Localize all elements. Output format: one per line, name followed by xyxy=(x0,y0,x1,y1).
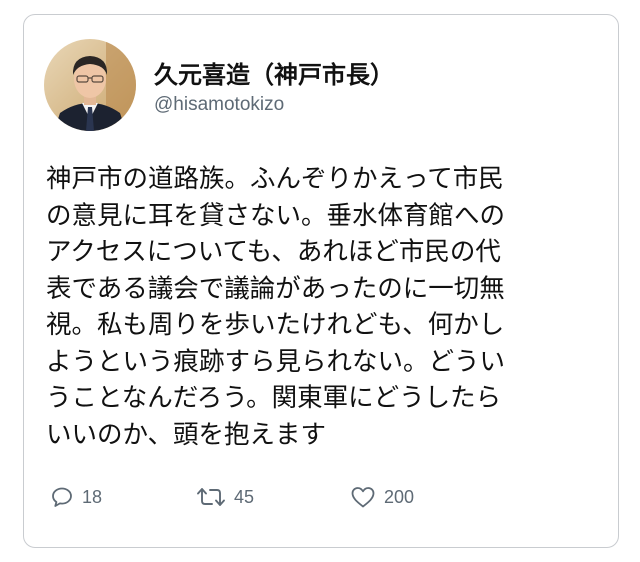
reply-button[interactable]: 18 xyxy=(50,485,102,509)
tweet-line: アクセスについても、あれほど市民の代 xyxy=(46,237,501,267)
like-button[interactable]: 200 xyxy=(350,485,414,509)
user-handle[interactable]: @hisamotokizo xyxy=(154,94,284,116)
tweet-line: うことなんだろう。関東軍にどうしたら xyxy=(46,383,502,413)
avatar-photo xyxy=(44,39,136,131)
tweet-line: ようという痕跡すら見られない。どうい xyxy=(46,346,506,377)
tweet-line: 神戸市の道路族。ふんぞりかえって市民 xyxy=(46,164,504,194)
tweet-actions: 18 45 200 xyxy=(24,485,618,515)
reply-icon xyxy=(52,487,72,507)
like-count: 200 xyxy=(384,486,415,507)
tweet-text: 神戸市の道路族。ふんぞりかえって市民 の意見に耳を貸さない。垂水体育館への アク… xyxy=(46,161,606,453)
tweet-line: いいのか、頭を抱えます xyxy=(46,419,326,450)
display-name[interactable]: 久元喜造（神戸市長） xyxy=(154,55,394,90)
tweet-card: 久元喜造（神戸市長） @hisamotokizo 神戸市の道路族。ふんぞりかえっ… xyxy=(23,14,619,548)
tweet-line: の意見に耳を貸さない。垂水体育館への xyxy=(46,200,506,231)
retweet-button[interactable]: 45 xyxy=(196,485,254,509)
reply-count: 18 xyxy=(82,486,103,507)
tweet-line: 表である議会で議論があったのに一切無 xyxy=(46,273,505,304)
tweet-line: 視。私も周りを歩いたけれども、何かし xyxy=(46,310,505,340)
avatar[interactable] xyxy=(44,39,136,131)
retweet-count: 45 xyxy=(234,486,255,507)
heart-icon xyxy=(351,487,375,508)
retweet-icon xyxy=(197,488,225,506)
